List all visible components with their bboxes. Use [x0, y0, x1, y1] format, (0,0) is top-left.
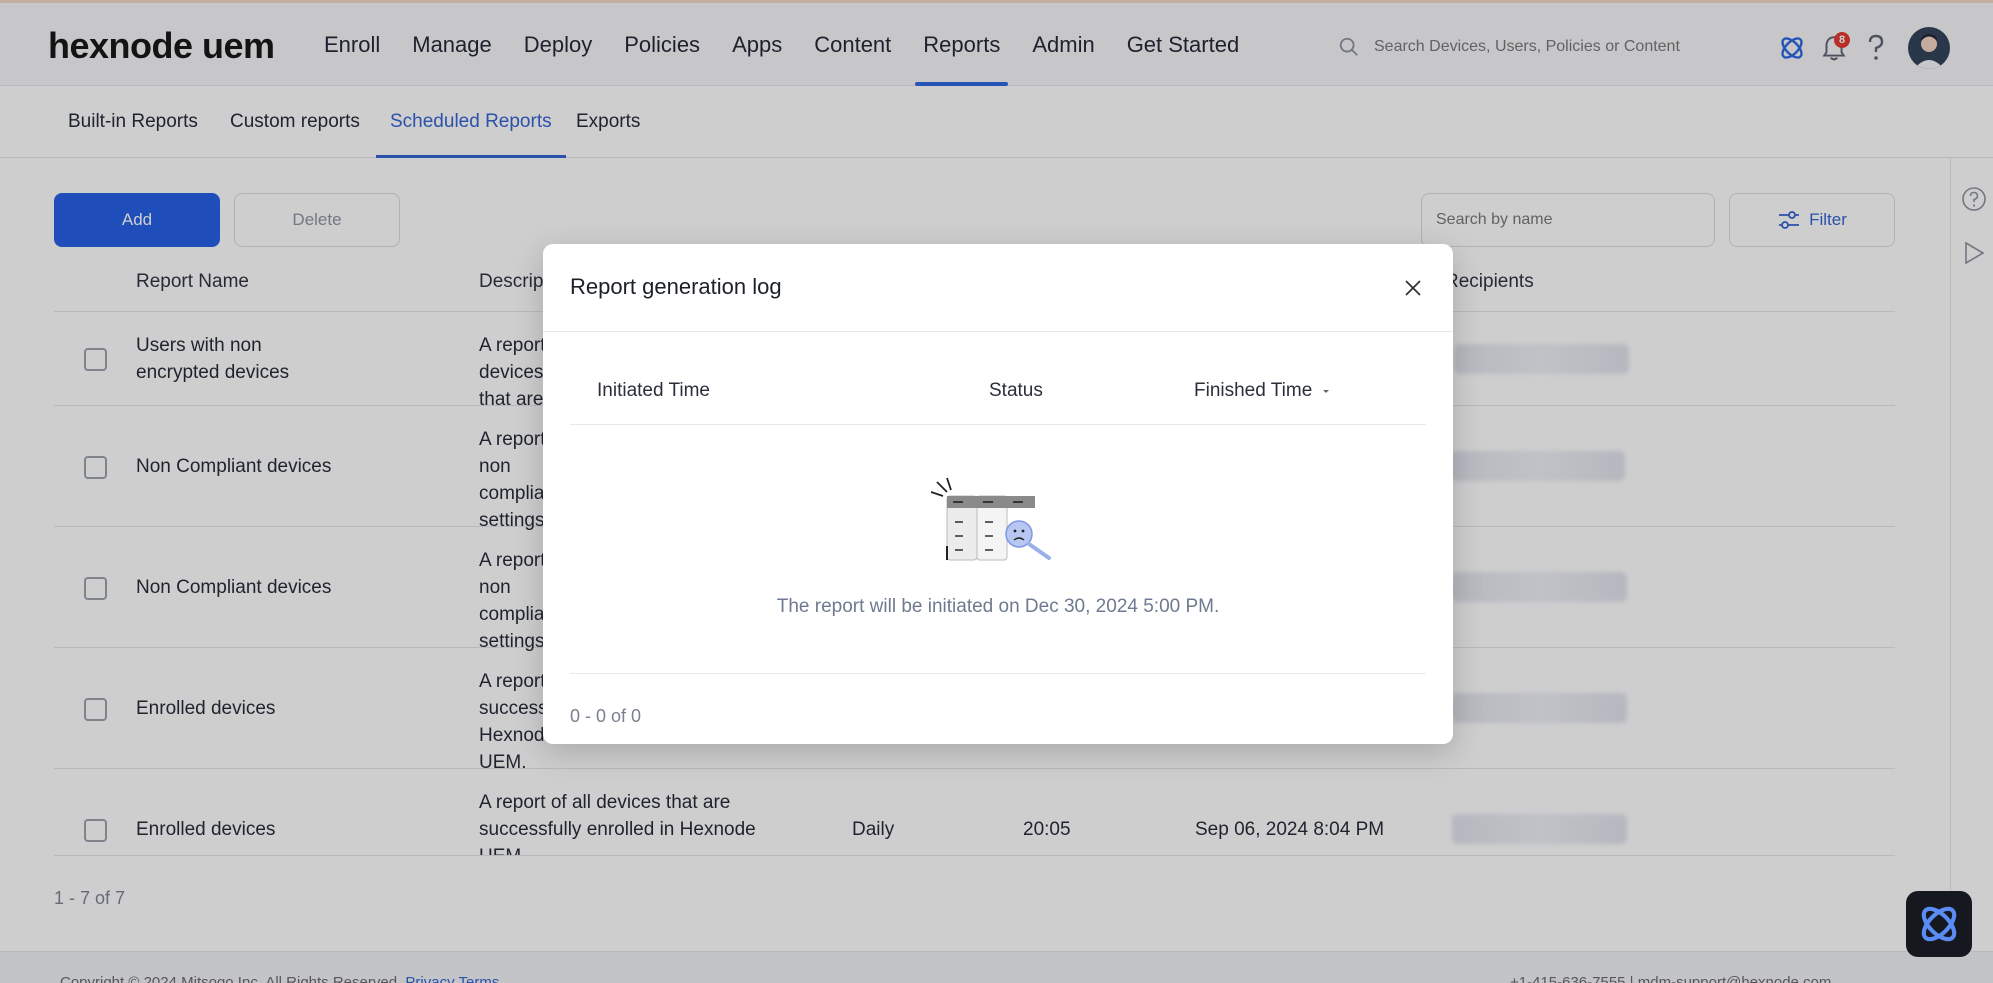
modal-divider: [543, 331, 1453, 332]
column-initiated-time: Initiated Time: [597, 380, 710, 401]
empty-report-illustration: [930, 477, 1051, 561]
modal-title: Report generation log: [570, 274, 782, 299]
column-finished-time[interactable]: Finished Time: [1194, 380, 1332, 402]
hexnode-assist-chat-icon: [1921, 906, 1957, 942]
modal-pagination: 0 - 0 of 0: [570, 706, 642, 726]
modal-header-divider: [570, 424, 1426, 425]
sort-down-icon[interactable]: [1320, 386, 1332, 396]
report-generation-log-modal: Report generation log Initiated Time Sta…: [543, 244, 1453, 744]
modal-footer-divider: [570, 673, 1426, 674]
close-icon[interactable]: [1401, 276, 1425, 300]
column-status: Status: [989, 380, 1043, 401]
finished-time-label: Finished Time: [1194, 380, 1313, 401]
empty-state-message: The report will be initiated on Dec 30, …: [776, 596, 1220, 617]
chatbot-button[interactable]: [1906, 891, 1972, 957]
